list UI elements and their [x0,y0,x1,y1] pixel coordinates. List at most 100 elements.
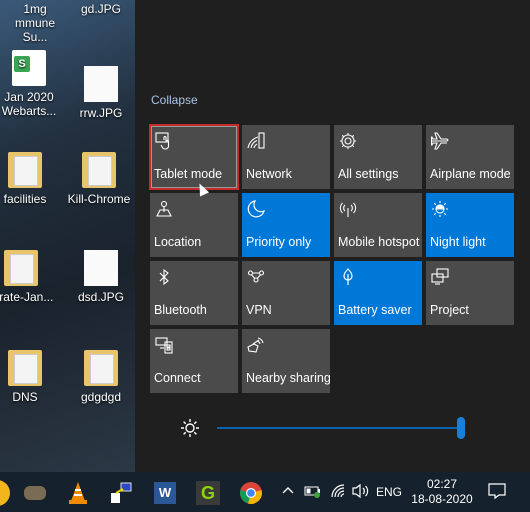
clock-time: 02:27 [426,477,458,491]
folder-icon [8,350,42,386]
clock-date: 18-08-2020 [411,492,473,506]
location-icon [155,200,173,218]
image-file-icon [84,250,118,286]
tablet-mode-icon [155,132,173,150]
desktop-icon-label: 1mg mmune Su... [14,2,55,44]
chrome-icon [240,482,262,504]
quick-action-priority-only[interactable]: Priority only [242,193,330,257]
desktop-icon[interactable]: gdgdgd [68,350,134,404]
desktop-icon-label: Kill-Chrome [67,192,131,206]
desktop-icon[interactable]: DNS [0,350,58,404]
brightness-icon [181,419,199,437]
leaf-icon [339,268,357,286]
brightness-slider[interactable] [179,417,469,439]
brightness-thumb[interactable] [457,417,465,439]
taskbar-app-vlc[interactable] [63,478,93,508]
brightness-track[interactable] [217,427,461,429]
taskbar-app-greenshot[interactable]: G [193,478,223,508]
wifi-icon [331,484,345,498]
taskbar: W G ENG 02:27 18-08-2020 [0,472,530,512]
desktop-icon[interactable]: dsd.JPG [68,250,134,304]
spreadsheet-icon: S [12,50,46,86]
quick-action-connect[interactable]: Connect [150,329,238,393]
collapse-link[interactable]: Collapse [151,93,198,107]
quick-action-label: All settings [338,167,399,181]
taskbar-app-word[interactable]: W [150,478,180,508]
quick-action-nearby-sharing[interactable]: Nearby sharing [242,329,331,393]
quick-action-airplane-mode[interactable]: Airplane mode [426,125,514,189]
quick-action-label: Mobile hotspot [338,235,420,249]
taskbar-app-chrome[interactable] [236,478,266,508]
quick-action-label: Project [430,303,469,317]
quick-action-battery-saver[interactable]: Battery saver [334,261,422,325]
desktop-icon[interactable]: 1mg mmune Su... [2,2,68,44]
chevron-up-icon [282,487,294,494]
quick-action-label: Battery saver [338,303,412,317]
desktop-icon[interactable]: rrw.JPG [68,66,134,120]
quick-action-vpn[interactable]: VPN [242,261,330,325]
moon-icon [247,200,265,218]
quick-action-label: Nearby sharing [246,371,331,385]
hotspot-icon [339,200,357,218]
folder-icon [4,250,38,286]
gimp-icon [24,486,46,500]
desktop-icon-label: gdgdgd [80,390,122,404]
volume-icon [352,483,369,499]
desktop-icon[interactable]: facilities [0,152,58,206]
desktop-icon-label: rbrate-Jan... [0,290,54,304]
quick-action-label: Tablet mode [154,167,223,181]
quick-action-tablet-mode[interactable]: Tablet mode [149,124,239,190]
desktop-icon-label: gd.JPG [80,2,122,16]
action-center: Collapse Tablet mode Network All settings A… [135,0,530,472]
desktop-icon[interactable]: S Jan 2020 Webarts... [0,50,62,118]
quick-actions-grid: Tablet mode Network All settings Airplane m… [149,124,514,393]
gear-icon [339,132,357,150]
quick-action-mobile-hotspot[interactable]: Mobile hotspot [334,193,422,257]
quick-action-label: Location [154,235,202,249]
desktop-icon[interactable]: gd.JPG [68,2,134,16]
quick-action-label: Connect [154,371,201,385]
quick-action-bluetooth[interactable]: Bluetooth [150,261,238,325]
quick-action-all-settings[interactable]: All settings [334,125,422,189]
airplane-icon [430,132,449,150]
vlc-icon [69,482,87,504]
night-light-icon [431,200,449,218]
wifi-button[interactable] [330,483,346,502]
word-icon: W [154,482,176,504]
battery-icon [304,486,320,498]
network-tool-icon [111,482,132,503]
battery-button[interactable] [304,484,322,501]
nearby-sharing-icon [247,336,265,354]
taskbar-app-network-tool[interactable] [106,478,136,508]
quick-action-label: Network [246,167,292,181]
quick-action-label: Night light [430,235,486,249]
quick-action-project[interactable]: Project [426,261,514,325]
desktop-icon[interactable]: rbrate-Jan... [0,250,54,304]
taskbar-app-chrome-partial[interactable] [0,478,12,508]
quick-action-label: VPN [246,303,272,317]
project-icon [431,268,449,286]
folder-icon [82,152,116,188]
desktop-icon-label: Jan 2020 Webarts... [1,90,57,118]
greenshot-icon: G [196,481,220,505]
quick-action-label: Bluetooth [154,303,207,317]
show-hidden-icons-button[interactable] [282,484,294,498]
desktop-icon[interactable]: Kill-Chrome [66,152,132,206]
quick-action-location[interactable]: Location [150,193,238,257]
notification-icon [488,483,506,500]
folder-icon [8,152,42,188]
clock[interactable]: 02:27 18-08-2020 [410,477,474,507]
vpn-icon [247,268,265,286]
action-center-button[interactable] [487,482,507,503]
desktop-icon-label: facilities [3,192,47,206]
volume-button[interactable] [351,483,371,502]
quick-action-network[interactable]: Network [242,125,330,189]
taskbar-app-gimp[interactable] [20,478,50,508]
quick-action-label: Airplane mode [430,167,511,181]
network-icon [247,132,265,150]
quick-action-label: Priority only [246,235,312,249]
input-language[interactable]: ENG [376,485,402,499]
quick-action-night-light[interactable]: Night light [426,193,514,257]
image-file-icon [84,66,118,102]
connect-icon [155,336,173,354]
